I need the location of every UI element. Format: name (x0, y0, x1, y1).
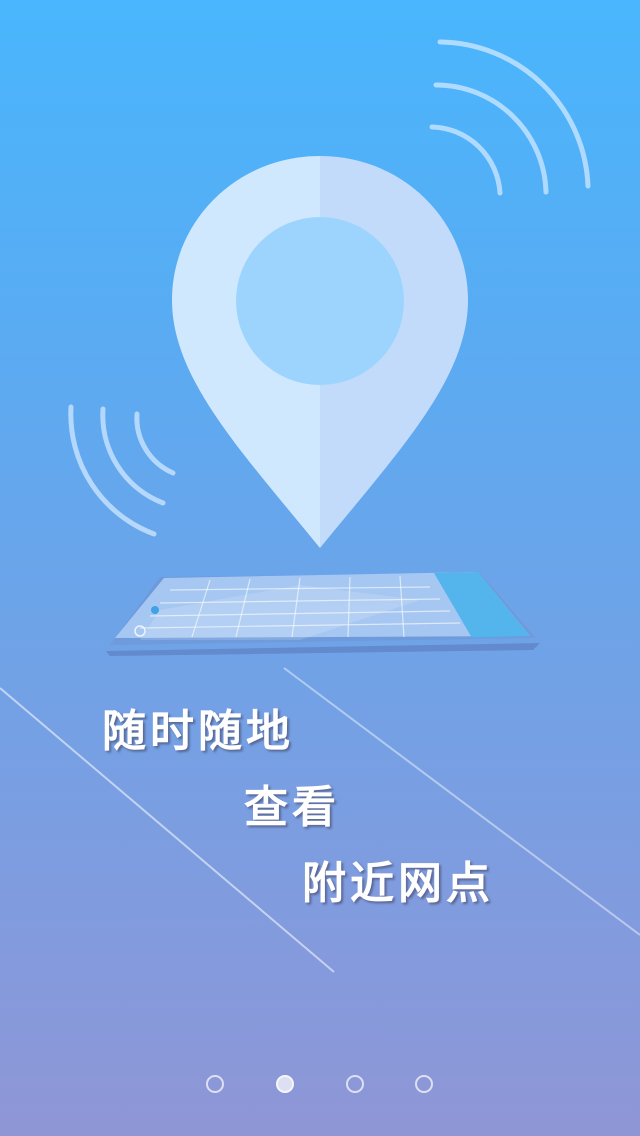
guide-screen: 随时随地 查看 附近网点 (0, 0, 640, 1136)
page-indicator (0, 1072, 640, 1096)
headline-line-3: 附近网点 (302, 858, 494, 909)
illustration (0, 39, 640, 973)
page-dot-3[interactable] (346, 1075, 364, 1093)
page-dot-2[interactable] (276, 1075, 294, 1093)
tilted-phone-screen (106, 572, 540, 656)
signal-waves-top-right-icon (429, 39, 591, 196)
headline-line-2: 查看 (244, 782, 340, 833)
page-dot-1[interactable] (206, 1075, 224, 1093)
location-pin-icon (172, 156, 468, 548)
headline-line-1: 随时随地 (102, 706, 294, 757)
page-dot-4[interactable] (415, 1075, 433, 1093)
signal-waves-left-icon (68, 404, 176, 537)
